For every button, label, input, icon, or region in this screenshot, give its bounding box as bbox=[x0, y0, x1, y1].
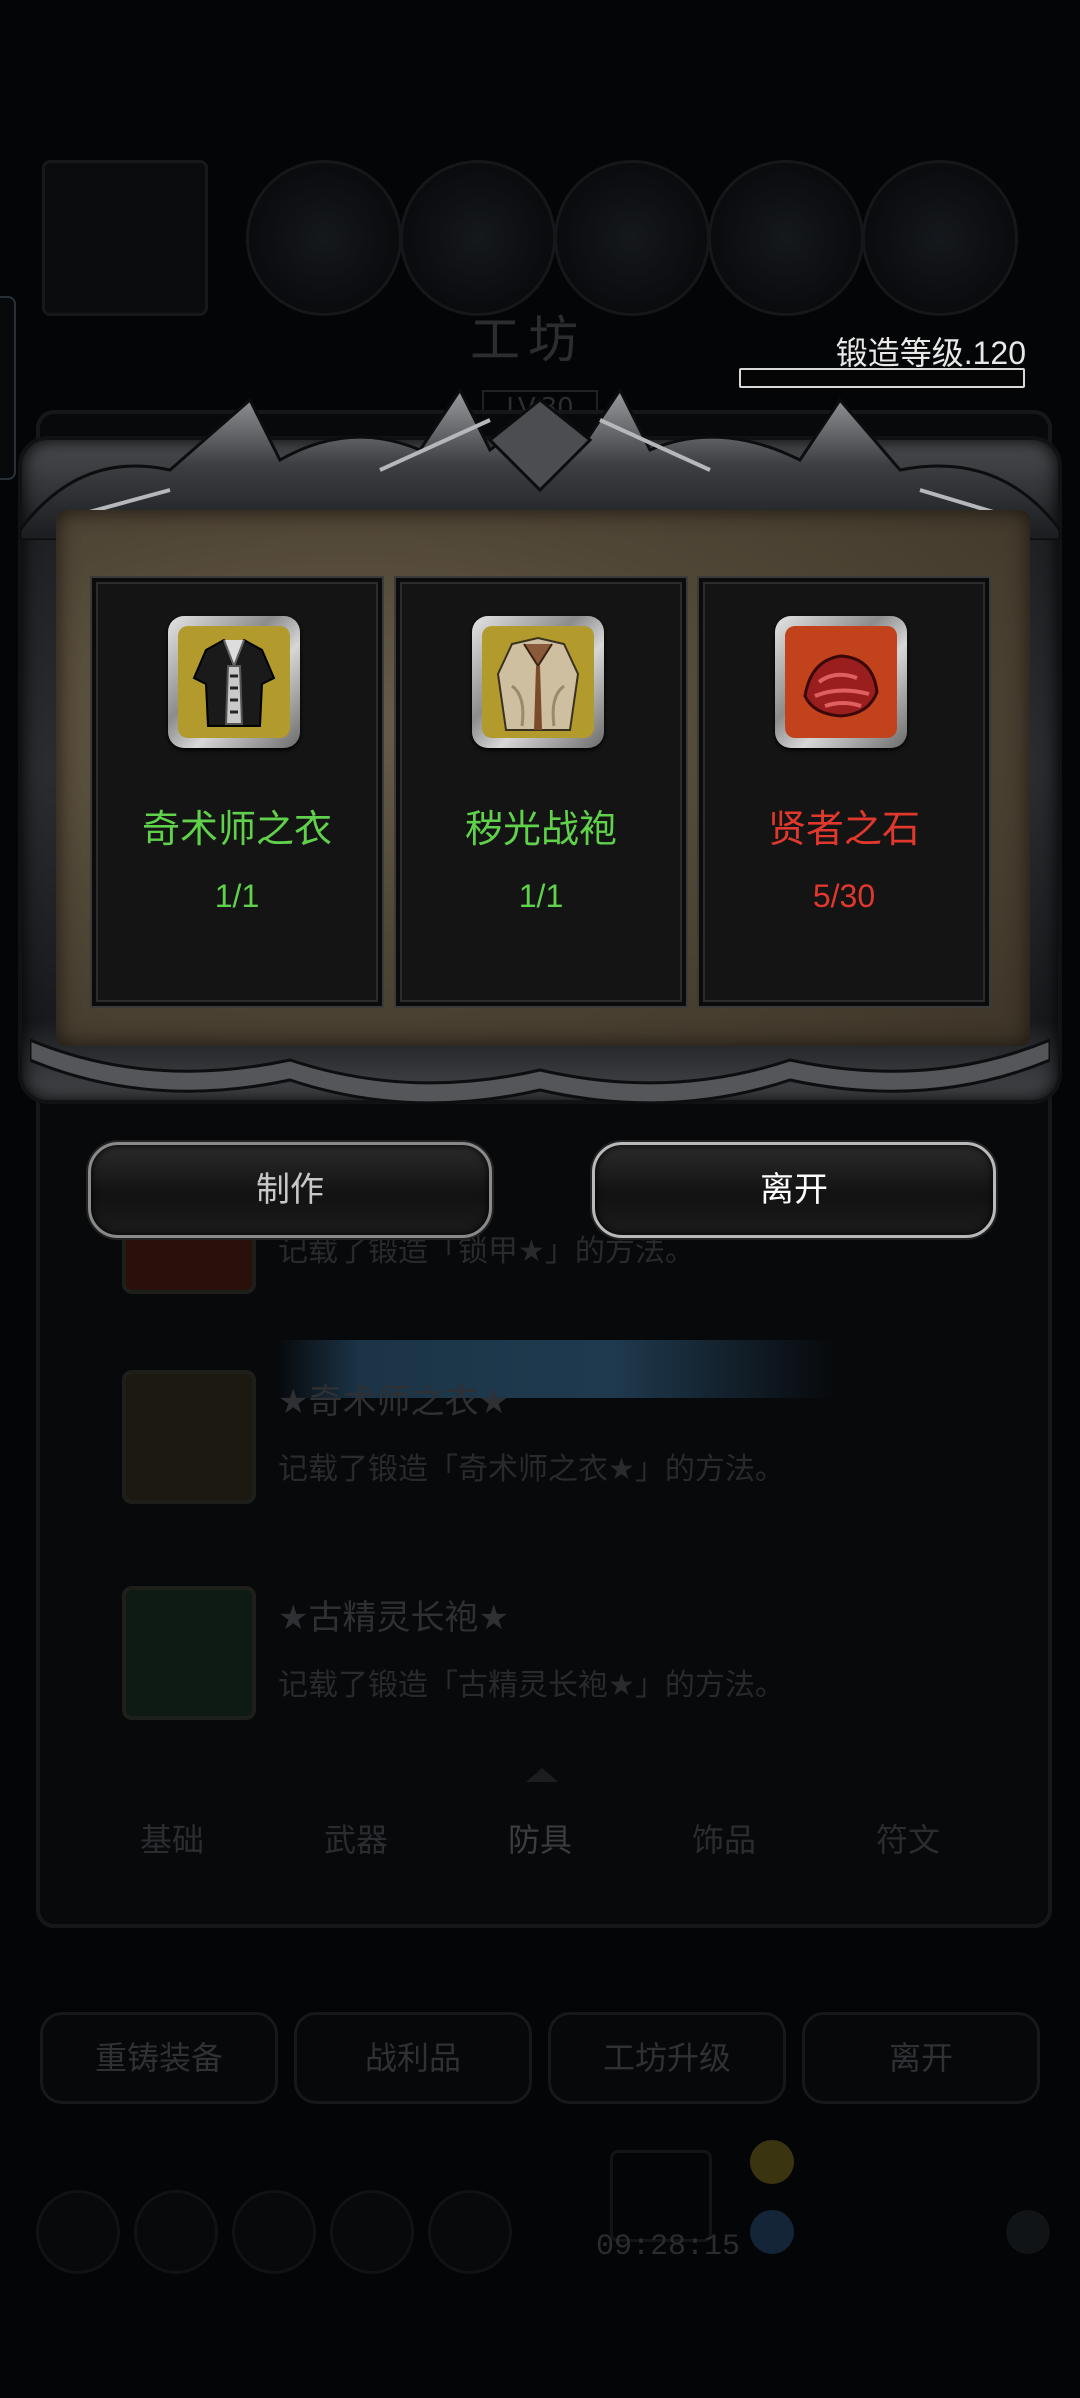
leave-button[interactable]: 离开 bbox=[592, 1142, 996, 1238]
material-name: 奇术师之衣 bbox=[141, 807, 332, 851]
footer-slot[interactable] bbox=[330, 2190, 414, 2274]
footer-slot[interactable] bbox=[36, 2190, 120, 2274]
tab-accessory[interactable]: 饰品 bbox=[632, 1800, 816, 1880]
material-slot bbox=[472, 616, 604, 748]
category-tabs: 基础 武器 防具 饰品 符文 bbox=[80, 1800, 1000, 1880]
workshop-title: 工坊 bbox=[470, 311, 586, 369]
menu-icon[interactable] bbox=[1006, 2210, 1050, 2254]
recipe-name: ★奇术师之衣★ bbox=[278, 1382, 509, 1422]
workshop-upgrade-button[interactable]: 工坊升级 bbox=[548, 2012, 786, 2104]
bottom-button-bar: 重铸装备 战利品 工坊升级 离开 bbox=[40, 2012, 1040, 2104]
tab-basic[interactable]: 基础 bbox=[80, 1800, 264, 1880]
recipe-desc: 记载了锻造「奇术师之衣★」的方法。 bbox=[278, 1452, 785, 1487]
side-drawer-handle[interactable] bbox=[0, 296, 16, 480]
material-card[interactable]: 秽光战袍 1/1 bbox=[394, 576, 688, 1008]
material-slot bbox=[775, 616, 907, 748]
active-tab-marker bbox=[526, 1768, 558, 1782]
footer-slot[interactable] bbox=[134, 2190, 218, 2274]
material-slot bbox=[168, 616, 300, 748]
top-slot-1 bbox=[246, 160, 402, 316]
tab-rune[interactable]: 符文 bbox=[816, 1800, 1000, 1880]
top-slot-5 bbox=[862, 160, 1018, 316]
material-card[interactable]: 奇术师之衣 1/1 bbox=[90, 576, 384, 1008]
material-count: 1/1 bbox=[518, 878, 564, 914]
top-slot-4 bbox=[708, 160, 864, 316]
material-card[interactable]: 贤者之石 5/30 bbox=[697, 576, 991, 1008]
footer-slot[interactable] bbox=[428, 2190, 512, 2274]
footer-slot[interactable] bbox=[232, 2190, 316, 2274]
timer-text: 09:28:15 bbox=[596, 2230, 741, 2264]
battle-robe-icon bbox=[482, 626, 594, 738]
recipe-icon bbox=[122, 1586, 256, 1720]
recipe-row[interactable]: ★奇术师之衣★ 记载了锻造「奇术师之衣★」的方法。 bbox=[118, 1370, 998, 1510]
gem-icon bbox=[750, 2210, 794, 2254]
recipe-desc: 记载了锻造「古精灵长袍★」的方法。 bbox=[278, 1668, 785, 1703]
game-screen: 工坊 LV.30 记载了锻造「锁甲★」的方法。 ★奇术师之衣★ 记载了锻造「奇术… bbox=[0, 0, 1080, 2398]
exit-workshop-button[interactable]: 离开 bbox=[802, 2012, 1040, 2104]
dialog-ornament-bottom bbox=[30, 1038, 1050, 1105]
craft-button-label: 制作 bbox=[256, 1170, 324, 1210]
craft-button[interactable]: 制作 bbox=[88, 1142, 492, 1238]
recipe-row[interactable]: ★古精灵长袍★ 记载了锻造「古精灵长袍★」的方法。 bbox=[118, 1586, 998, 1726]
sage-stone-icon bbox=[785, 626, 897, 738]
magician-coat-icon bbox=[178, 626, 290, 738]
recipe-name: ★古精灵长袍★ bbox=[278, 1598, 509, 1638]
tab-armor[interactable]: 防具 bbox=[448, 1800, 632, 1880]
timer-icon-frame bbox=[610, 2150, 712, 2242]
material-count: 1/1 bbox=[214, 878, 260, 914]
recipe-icon bbox=[122, 1370, 256, 1504]
top-slot-3 bbox=[554, 160, 710, 316]
gold-coin-icon bbox=[750, 2140, 794, 2184]
tab-weapon[interactable]: 武器 bbox=[264, 1800, 448, 1880]
top-slot-2 bbox=[400, 160, 556, 316]
leave-button-label: 离开 bbox=[760, 1170, 828, 1210]
material-name: 秽光战袍 bbox=[464, 807, 617, 851]
reforge-button[interactable]: 重铸装备 bbox=[40, 2012, 278, 2104]
loot-button[interactable]: 战利品 bbox=[294, 2012, 532, 2104]
top-avatar-slot bbox=[42, 160, 208, 316]
material-count: 5/30 bbox=[812, 878, 876, 914]
material-name: 贤者之石 bbox=[767, 807, 920, 851]
